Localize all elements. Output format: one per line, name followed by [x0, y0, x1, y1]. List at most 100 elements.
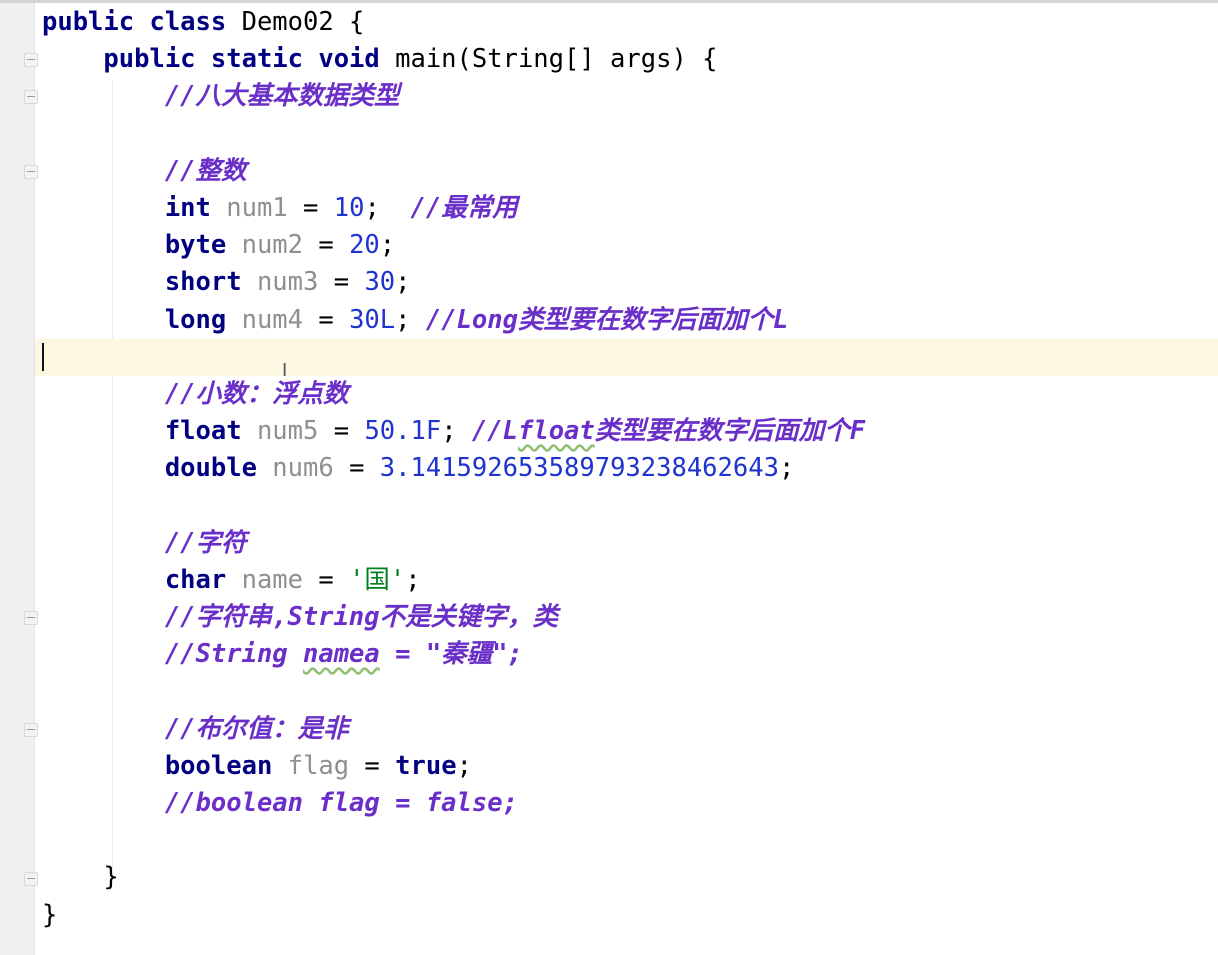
- code-line[interactable]: short num3 = 30;: [42, 264, 865, 301]
- code-number: 3.141592653589793238462643: [379, 453, 779, 484]
- code-text: ;: [405, 564, 421, 595]
- code-keyword: double: [164, 453, 273, 484]
- code-variable: num4: [241, 304, 304, 335]
- code-line[interactable]: long num4 = 30L; //Long类型要在数字后面加个L: [42, 302, 865, 339]
- code-text: ;: [778, 453, 795, 484]
- code-keyword: public class: [42, 7, 242, 37]
- fold-toggle-icon[interactable]: [24, 164, 38, 179]
- fold-toggle-icon[interactable]: [24, 611, 38, 626]
- editor-top-border: [0, 0, 1218, 3]
- code-number: 30L: [349, 304, 396, 335]
- editor-gutter[interactable]: [0, 3, 35, 955]
- code-keyword: public static void: [103, 44, 396, 75]
- code-line[interactable]: //字符串,String不是关键字，类: [42, 599, 865, 636]
- code-keyword: float: [164, 416, 257, 447]
- code-line[interactable]: [42, 487, 865, 524]
- code-line[interactable]: public static void main(String[] args) {: [42, 41, 865, 78]
- code-comment: = "秦疆";: [379, 639, 523, 670]
- code-editor[interactable]: public class Demo02 { public static void…: [42, 4, 865, 934]
- code-line[interactable]: boolean flag = true;: [42, 748, 865, 785]
- code-comment: //Long类型要在数字后面加个L: [425, 304, 789, 335]
- fold-toggle-icon[interactable]: [24, 90, 38, 105]
- code-comment: //L: [471, 416, 518, 447]
- code-number: 50.1F: [364, 416, 442, 447]
- code-comment: //字符: [164, 527, 247, 558]
- code-comment: //八大基本数据类型: [164, 81, 400, 112]
- code-line[interactable]: int num1 = 10; //最常用: [42, 190, 865, 227]
- code-line[interactable]: float num5 = 50.1F; //Lfloat类型要在数字后面加个F: [42, 413, 865, 450]
- code-text: }: [42, 899, 58, 930]
- code-text: =: [333, 453, 380, 484]
- code-variable: name: [241, 564, 304, 595]
- code-line[interactable]: public class Demo02 {: [42, 4, 865, 41]
- code-number: 30: [364, 267, 396, 298]
- code-text: }: [42, 862, 119, 893]
- code-string: '国': [349, 564, 406, 595]
- code-line[interactable]: [42, 673, 865, 710]
- code-line[interactable]: }: [42, 897, 865, 934]
- code-line[interactable]: }: [42, 859, 865, 896]
- code-line[interactable]: //字符: [42, 525, 865, 562]
- code-variable: num2: [241, 230, 304, 261]
- code-text: =: [349, 750, 396, 781]
- code-keyword: true: [395, 750, 457, 781]
- code-comment: //整数: [164, 155, 247, 186]
- code-line[interactable]: [42, 116, 865, 153]
- code-line[interactable]: //八大基本数据类型: [42, 78, 865, 115]
- code-line[interactable]: //String namea = "秦疆";: [42, 636, 865, 673]
- code-line[interactable]: //boolean flag = false;: [42, 785, 865, 822]
- code-line[interactable]: //整数: [42, 153, 865, 190]
- code-comment: namea: [303, 639, 380, 670]
- code-variable: num3: [256, 267, 319, 298]
- code-line[interactable]: byte num2 = 20;: [42, 227, 865, 264]
- code-text: ;: [379, 230, 396, 261]
- code-text: =: [303, 564, 350, 595]
- code-comment: //字符串,String不是关键字，类: [164, 602, 558, 632]
- code-variable: flag: [287, 750, 350, 781]
- code-text: =: [318, 416, 365, 447]
- code-variable: num6: [272, 453, 334, 484]
- code-comment: //布尔值：是非: [164, 713, 349, 744]
- fold-toggle-icon[interactable]: [24, 53, 38, 68]
- code-text: ;: [395, 267, 411, 298]
- code-keyword: byte: [164, 230, 242, 261]
- code-comment: //boolean flag = false;: [164, 787, 518, 818]
- code-comment: //小数：浮点数: [164, 378, 349, 409]
- code-line[interactable]: //布尔值：是非: [42, 711, 865, 748]
- code-text: ;: [456, 750, 472, 781]
- code-keyword: boolean: [164, 750, 288, 781]
- code-variable: num5: [256, 416, 319, 447]
- mouse-ibeam-cursor-icon: I: [282, 360, 288, 381]
- code-text: ;: [364, 192, 411, 223]
- code-comment: float: [517, 416, 595, 447]
- code-text: =: [318, 267, 365, 298]
- code-line[interactable]: //小数：浮点数: [42, 376, 865, 413]
- code-text: =: [287, 192, 334, 223]
- fold-toggle-icon[interactable]: [24, 871, 38, 886]
- code-text: ;: [395, 304, 426, 335]
- code-line[interactable]: [42, 822, 865, 859]
- code-keyword: char: [164, 564, 242, 595]
- code-variable: num1: [226, 192, 288, 223]
- code-text: ;: [441, 416, 472, 447]
- code-text: =: [303, 304, 350, 335]
- code-text: Demo02 {: [241, 7, 365, 37]
- fold-toggle-icon[interactable]: [24, 722, 38, 737]
- code-line[interactable]: char name = '国';: [42, 562, 865, 599]
- code-comment: //最常用: [410, 192, 518, 223]
- code-line[interactable]: [42, 339, 865, 376]
- code-line[interactable]: double num6 = 3.141592653589793238462643…: [42, 450, 865, 487]
- code-keyword: long: [164, 304, 242, 335]
